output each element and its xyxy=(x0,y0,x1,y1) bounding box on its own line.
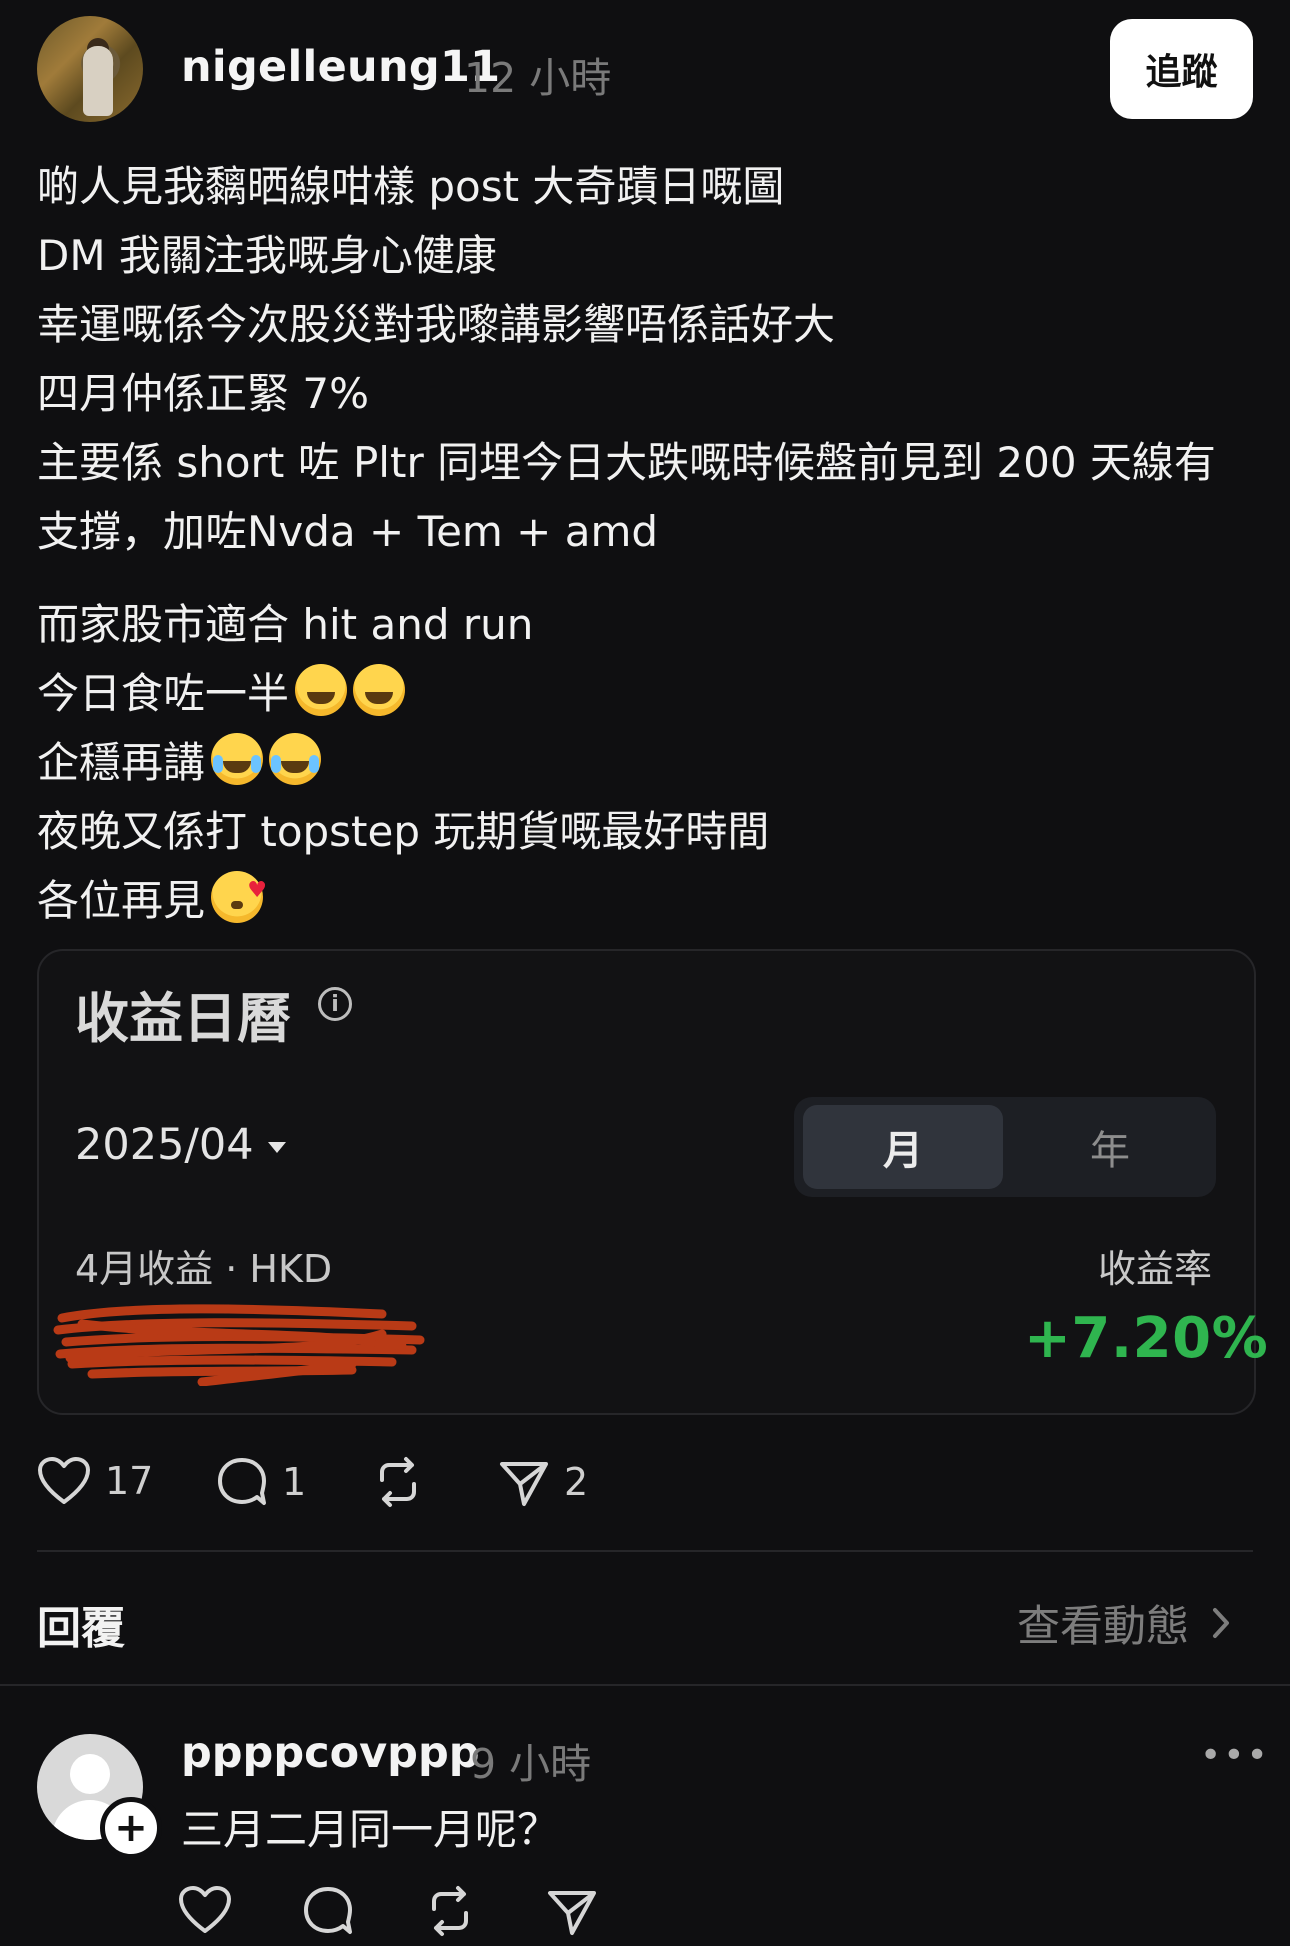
chevron-right-icon xyxy=(1213,1608,1229,1638)
post-line: 啲人見我黐晒線咁樣 post 大奇蹟日嘅圖 xyxy=(37,162,785,211)
revenue-label: 4月收益 · HKD xyxy=(75,1247,333,1291)
post-line: DM 我關注我嘅身心健康 xyxy=(37,231,497,280)
post-line-emoji: 企穩再講 xyxy=(37,728,1257,797)
divider xyxy=(37,1550,1253,1552)
follow-plus-badge[interactable]: + xyxy=(100,1797,162,1859)
reply-time: 9 小時 xyxy=(470,1740,592,1788)
tab-year: 年 xyxy=(1090,1128,1130,1174)
post-line: 主要係 short 咗 Pltr 同埋今日大跌嘅時候盤前見到 200 天線有 xyxy=(37,438,1216,487)
avatar[interactable] xyxy=(37,16,143,122)
like-count: 17 xyxy=(105,1459,154,1503)
heart-icon xyxy=(38,1457,90,1504)
view-activity-label: 查看動態 xyxy=(1017,1602,1189,1652)
post-time: 12 小時 xyxy=(464,54,612,102)
comment-icon xyxy=(218,1458,266,1505)
laughing-emoji xyxy=(353,664,406,716)
replies-label: 回覆 xyxy=(37,1603,125,1654)
more-options-icon[interactable]: ••• xyxy=(1200,1735,1270,1776)
caret-down-icon xyxy=(267,1142,286,1153)
post-line: 夜晚又係打 topstep 玩期貨嘅最好時間 xyxy=(37,807,770,856)
laughing-emoji xyxy=(295,664,348,716)
tab-month: 月 xyxy=(803,1105,1003,1189)
heart-icon[interactable] xyxy=(178,1885,232,1935)
share-button[interactable]: 2 xyxy=(498,1456,588,1508)
card-title: 收益日曆 xyxy=(75,987,291,1050)
post-line: 四月仲係正緊 7% xyxy=(37,369,369,418)
post-line: 支撐，加咗Nvda + Tem + amd xyxy=(37,507,659,556)
follow-button[interactable]: 追蹤 xyxy=(1110,19,1253,119)
repost-icon[interactable] xyxy=(424,1885,476,1937)
post-body: 啲人見我黐晒線咁樣 post 大奇蹟日嘅圖 DM 我關注我嘅身心健康 幸運嘅係今… xyxy=(37,152,1257,935)
redaction-scribble xyxy=(53,1304,425,1386)
tears-of-joy-emoji xyxy=(269,733,322,785)
comment-icon[interactable] xyxy=(302,1885,354,1937)
comment-button[interactable]: 1 xyxy=(216,1456,306,1508)
username[interactable]: nigelleung11 xyxy=(181,42,500,92)
post-line: 而家股市適合 hit and run xyxy=(37,600,534,649)
info-icon: i xyxy=(318,987,352,1021)
rate-value: +7.20% xyxy=(1024,1306,1269,1371)
repost-button[interactable] xyxy=(372,1456,424,1508)
send-icon[interactable] xyxy=(546,1885,598,1937)
view-activity-link[interactable]: 查看動態 xyxy=(1017,1592,1231,1654)
like-button[interactable]: 17 xyxy=(37,1456,153,1506)
divider xyxy=(0,1684,1290,1686)
share-count: 2 xyxy=(564,1460,589,1504)
comment-count: 1 xyxy=(282,1460,307,1504)
post-line-emoji: 各位再見 xyxy=(37,856,1257,935)
date-selector: 2025/04 xyxy=(75,1120,286,1170)
reply-username[interactable]: ppppcovppp xyxy=(181,1728,480,1778)
send-icon xyxy=(500,1462,548,1506)
post-line: 幸運嘅係今次股災對我嚟講影響唔係話好大 xyxy=(37,300,836,349)
tears-of-joy-emoji xyxy=(211,733,264,785)
reply-actions xyxy=(178,1885,598,1937)
rate-label: 收益率 xyxy=(1098,1247,1213,1291)
repost-icon xyxy=(380,1457,416,1507)
reply-text: 三月二月同一月呢？ xyxy=(181,1805,560,1854)
post-line-emoji: 今日食咗一半 xyxy=(37,659,1257,728)
kiss-emoji xyxy=(211,856,267,925)
